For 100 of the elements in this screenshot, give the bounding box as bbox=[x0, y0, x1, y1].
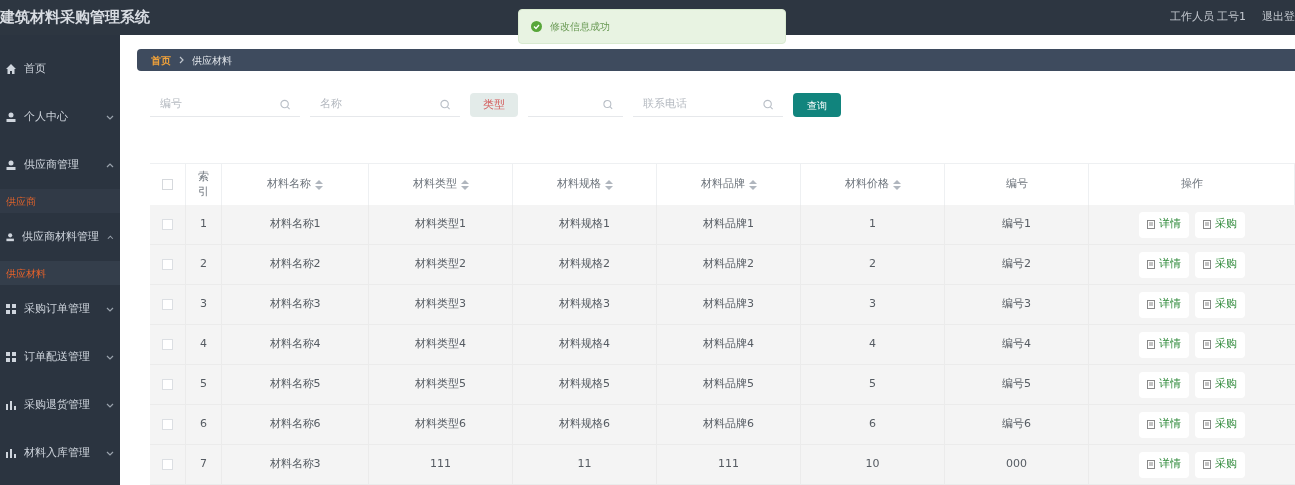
table-cell: 材料规格3 bbox=[559, 296, 610, 313]
document-icon bbox=[1147, 420, 1155, 429]
search-icon[interactable] bbox=[439, 99, 450, 110]
sort-icon[interactable] bbox=[604, 179, 613, 190]
table-row[interactable]: 3 材料名称3 材料类型3 材料规格3 材料品牌3 3 编号3 详情 采购 bbox=[150, 285, 1295, 325]
table-row[interactable]: 4 材料名称4 材料类型4 材料规格4 材料品牌4 4 编号4 详情 采购 bbox=[150, 325, 1295, 365]
caret-down-icon bbox=[106, 402, 114, 408]
search-field[interactable]: 联系电话 bbox=[643, 96, 763, 113]
details-button[interactable]: 详情 bbox=[1139, 371, 1189, 398]
sidebar-item[interactable]: 供应商管理 bbox=[0, 141, 120, 189]
details-button[interactable]: 详情 bbox=[1139, 211, 1189, 238]
document-icon bbox=[1203, 380, 1211, 389]
sidebar-item[interactable]: 材料入库管理 bbox=[0, 429, 120, 477]
query-button[interactable]: 查询 bbox=[793, 93, 841, 117]
sidebar-subitem[interactable]: 供应商 bbox=[0, 189, 120, 213]
table-cell: 材料类型4 bbox=[415, 336, 466, 353]
sidebar-item[interactable]: 采购订单管理 bbox=[0, 285, 120, 333]
sidebar-item[interactable]: 采购退货管理 bbox=[0, 381, 120, 429]
table-cell: 材料名称1 bbox=[269, 216, 321, 233]
checkbox[interactable] bbox=[162, 259, 173, 270]
checkbox[interactable] bbox=[162, 459, 173, 470]
table-cell: 3 bbox=[200, 296, 207, 313]
table-row[interactable]: 2 材料名称2 材料类型2 材料规格2 材料品牌2 2 编号2 详情 采购 bbox=[150, 245, 1295, 285]
sidebar-item[interactable]: 订单配送管理 bbox=[0, 333, 120, 381]
details-button[interactable]: 详情 bbox=[1139, 411, 1189, 438]
caret-down-icon bbox=[106, 114, 114, 120]
search-icon[interactable] bbox=[762, 99, 773, 110]
sidebar-item[interactable]: 首页 bbox=[0, 45, 120, 93]
sort-icon[interactable] bbox=[892, 179, 901, 190]
column-header: 材料品牌 bbox=[700, 176, 745, 193]
table-cell: 7 bbox=[200, 456, 207, 473]
user-icon bbox=[6, 112, 16, 122]
table-cell: 材料名称3 bbox=[269, 456, 321, 473]
table-cell: 材料品牌6 bbox=[703, 416, 754, 433]
table-cell: 2 bbox=[200, 256, 207, 273]
sort-icon[interactable] bbox=[748, 179, 757, 190]
search-field[interactable]: 名称 bbox=[320, 96, 440, 113]
table-cell: 1 bbox=[200, 216, 207, 233]
checkbox[interactable] bbox=[162, 379, 173, 390]
details-button[interactable]: 详情 bbox=[1139, 331, 1189, 358]
app-title: 建筑材料采购管理系统 bbox=[0, 7, 150, 29]
table-cell: 111 bbox=[430, 456, 451, 473]
table-cell: 材料类型2 bbox=[415, 256, 466, 273]
table-cell: 材料名称4 bbox=[269, 336, 321, 353]
search-icon[interactable] bbox=[279, 99, 290, 110]
table-cell: 111 bbox=[718, 456, 739, 473]
column-header: 材料规格 bbox=[556, 176, 601, 193]
details-button[interactable]: 详情 bbox=[1139, 251, 1189, 278]
table-cell: 编号6 bbox=[1002, 416, 1031, 433]
purchase-button[interactable]: 采购 bbox=[1195, 451, 1245, 478]
sort-icon[interactable] bbox=[460, 179, 469, 190]
purchase-button[interactable]: 采购 bbox=[1195, 251, 1245, 278]
table-cell: 6 bbox=[869, 416, 876, 433]
breadcrumb-link[interactable]: 供应材料 bbox=[192, 52, 232, 68]
logout-link[interactable]: 退出登 bbox=[1262, 9, 1295, 26]
search-icon[interactable] bbox=[603, 99, 613, 110]
checkbox[interactable] bbox=[162, 419, 173, 430]
table-row[interactable]: 7 材料名称3 111 11 111 10 000 详情 采购 bbox=[150, 445, 1295, 485]
purchase-button[interactable]: 采购 bbox=[1195, 211, 1245, 238]
table-row[interactable]: 1 材料名称1 材料类型1 材料规格1 材料品牌1 1 编号1 详情 采购 bbox=[150, 205, 1295, 245]
details-button[interactable]: 详情 bbox=[1139, 451, 1189, 478]
table-cell: 编号1 bbox=[1002, 216, 1031, 233]
column-header: 操作 bbox=[1180, 176, 1203, 193]
grid-icon bbox=[6, 352, 16, 362]
table-cell: 6 bbox=[200, 416, 207, 433]
table-cell: 3 bbox=[869, 296, 876, 313]
breadcrumb-link[interactable]: 首页 bbox=[151, 52, 171, 68]
document-icon bbox=[1147, 260, 1155, 269]
table-row[interactable]: 6 材料名称6 材料类型6 材料规格6 材料品牌6 6 编号6 详情 采购 bbox=[150, 405, 1295, 445]
bar-chart-icon bbox=[6, 448, 16, 458]
type-select[interactable]: 类型 bbox=[470, 93, 518, 117]
checkbox[interactable] bbox=[162, 219, 173, 230]
table-cell: 材料名称2 bbox=[269, 256, 321, 273]
table-cell: 000 bbox=[1006, 456, 1027, 473]
table-cell: 材料类型3 bbox=[415, 296, 466, 313]
sidebar-item[interactable]: 供应商材料管理 bbox=[0, 213, 120, 261]
search-field[interactable]: 编号 bbox=[160, 96, 280, 113]
purchase-button[interactable]: 采购 bbox=[1195, 411, 1245, 438]
document-icon bbox=[1203, 220, 1211, 229]
checkbox[interactable] bbox=[162, 299, 173, 310]
caret-up-icon bbox=[106, 162, 114, 168]
sidebar-item[interactable]: 个人中心 bbox=[0, 93, 120, 141]
checkbox[interactable] bbox=[162, 179, 173, 190]
table-row[interactable]: 5 材料名称5 材料类型5 材料规格5 材料品牌5 5 编号5 详情 采购 bbox=[150, 365, 1295, 405]
purchase-button[interactable]: 采购 bbox=[1195, 331, 1245, 358]
table-cell: 材料规格1 bbox=[559, 216, 610, 233]
table-cell: 材料品牌1 bbox=[703, 216, 754, 233]
purchase-button[interactable]: 采购 bbox=[1195, 291, 1245, 318]
sidebar-subitem[interactable]: 供应材料 bbox=[0, 261, 120, 285]
table-cell: 编号3 bbox=[1002, 296, 1031, 313]
checkbox[interactable] bbox=[162, 339, 173, 350]
details-button[interactable]: 详情 bbox=[1139, 291, 1189, 318]
document-icon bbox=[1147, 220, 1155, 229]
document-icon bbox=[1203, 420, 1211, 429]
table-cell: 材料类型1 bbox=[415, 216, 466, 233]
column-header: 编号 bbox=[1005, 176, 1028, 193]
document-icon bbox=[1147, 340, 1155, 349]
purchase-button[interactable]: 采购 bbox=[1195, 371, 1245, 398]
sort-icon[interactable] bbox=[315, 179, 323, 190]
caret-up-icon bbox=[107, 234, 114, 240]
